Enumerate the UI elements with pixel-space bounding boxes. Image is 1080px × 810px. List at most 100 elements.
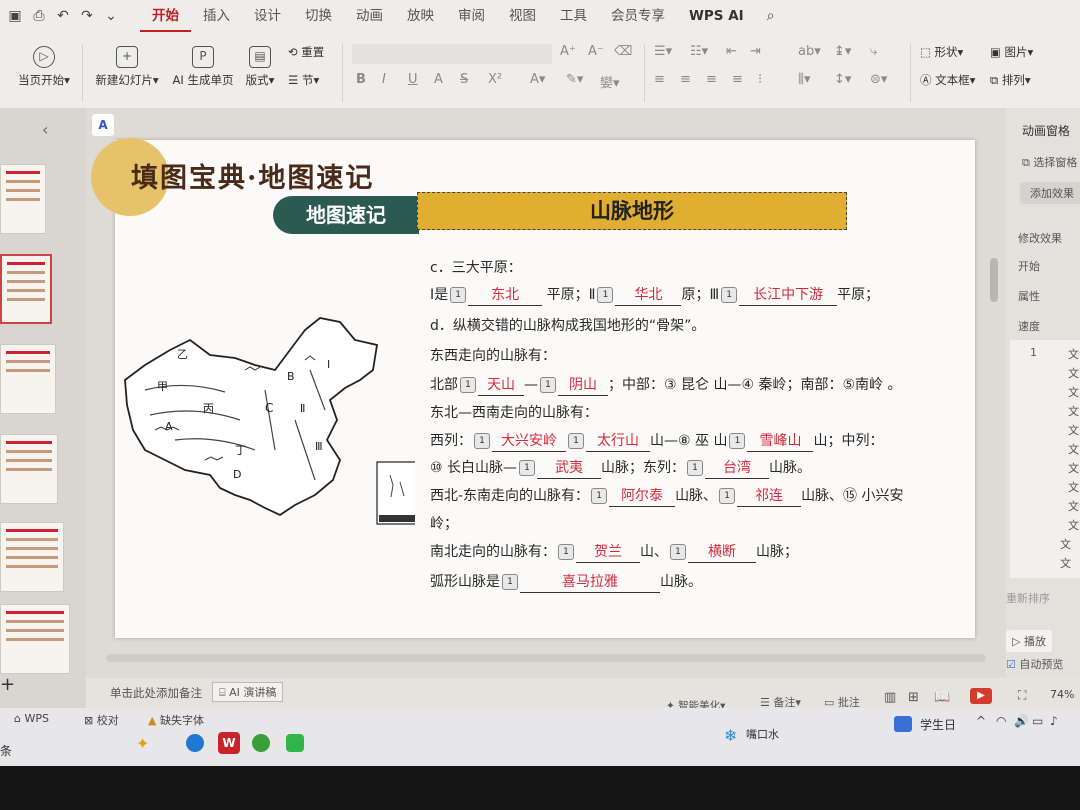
wechat-icon[interactable] [286, 734, 304, 752]
animation-list-item[interactable]: 文 [1068, 517, 1079, 533]
tab-view[interactable]: 视图 [497, 0, 548, 32]
calendar-icon[interactable] [894, 716, 912, 732]
animation-badge[interactable]: 1 [450, 287, 467, 303]
animation-badge[interactable]: 1 [568, 433, 584, 449]
undo-icon[interactable]: ↶ [54, 7, 72, 25]
animation-list-item[interactable]: 文 [1068, 346, 1079, 362]
animation-list-item[interactable]: 文 [1068, 422, 1079, 438]
fit-window-icon[interactable]: ⛶ [1018, 688, 1026, 703]
underline-icon[interactable]: U [408, 72, 418, 87]
volume-icon[interactable]: 🔊 [1014, 714, 1029, 728]
slideshow-play-icon[interactable]: ▶ [970, 688, 992, 704]
normal-view-icon[interactable]: ▥ [884, 690, 896, 705]
reset-button[interactable]: ⟲ 重置 [288, 44, 324, 60]
animation-badge[interactable]: 1 [474, 433, 490, 449]
columns-icon[interactable]: ⫼▾ [798, 72, 811, 87]
animation-list-item[interactable]: 文 [1068, 479, 1079, 495]
sorter-view-icon[interactable]: ⊞ [908, 690, 919, 705]
play-current-button[interactable]: ▷ 当页开始▾ [14, 46, 74, 88]
tab-home[interactable]: 开始 [140, 0, 191, 32]
wps-ai-float-icon[interactable]: A [92, 114, 114, 136]
font-shrink-icon[interactable]: A⁻ [588, 44, 604, 59]
numbered-list-icon[interactable]: ☷▾ [690, 44, 708, 59]
horizontal-scrollbar[interactable] [106, 654, 986, 662]
distribute-icon[interactable]: ⁝ [758, 72, 762, 87]
zoom-level[interactable]: 74% [1050, 688, 1074, 701]
missing-font-button[interactable]: ▲ 缺失字体 [148, 712, 204, 728]
align-left-icon[interactable]: ≡ [654, 72, 665, 87]
print-icon[interactable]: ⎙ [30, 7, 48, 25]
tab-slideshow[interactable]: 放映 [395, 0, 446, 32]
tab-design[interactable]: 设计 [242, 0, 293, 32]
ai-slide-button[interactable]: P AI 生成单页 [170, 46, 236, 88]
animation-list-item[interactable]: 文 [1068, 403, 1079, 419]
mic-icon[interactable]: ♪ [1050, 714, 1058, 728]
clear-format-icon[interactable]: ⌫ [614, 44, 632, 59]
animation-badge[interactable]: 1 [670, 544, 686, 560]
add-slide-icon[interactable]: + [0, 674, 15, 695]
indent-icon[interactable]: ⇥ [750, 44, 761, 59]
layout-button[interactable]: ▤ 版式▾ [242, 46, 278, 88]
convert-icon[interactable]: ⤷ [870, 44, 877, 59]
textbox-button[interactable]: Ⓐ 文本框▾ [920, 72, 975, 88]
tab-transition[interactable]: 切换 [293, 0, 344, 32]
animation-badge[interactable]: 1 [460, 377, 476, 393]
animation-list-item[interactable]: 文 [1060, 555, 1071, 571]
animation-badge[interactable]: 1 [721, 287, 738, 303]
highlight-icon[interactable]: ✎▾ [566, 72, 583, 87]
tab-animation[interactable]: 动画 [344, 0, 395, 32]
play-button[interactable]: ▷ 播放 [1006, 630, 1052, 652]
arrange-button[interactable]: ⧉ 排列▾ [990, 72, 1031, 88]
animation-list-item[interactable]: 文 [1068, 365, 1079, 381]
animation-badge[interactable]: 1 [719, 488, 736, 504]
search-icon[interactable]: ⌕ [762, 7, 780, 25]
animation-badge[interactable]: 1 [558, 544, 574, 560]
animation-list-item[interactable]: 文 [1060, 536, 1071, 552]
battery-icon[interactable]: ▭ [1032, 714, 1043, 728]
vertical-align-icon[interactable]: ⊜▾ [870, 72, 887, 87]
animation-badge[interactable]: 1 [502, 574, 518, 590]
slide[interactable]: 填图宝典·地图速记 地图速记 山脉地形 乙 甲 丙 A B C D 丁 Ⅰ Ⅱ … [91, 138, 975, 638]
char-spacing-icon[interactable]: 孌▾ [600, 72, 620, 91]
animation-badge[interactable]: 1 [729, 433, 746, 449]
vertical-scrollbar[interactable] [990, 258, 998, 302]
auto-preview-checkbox[interactable]: ☑ 自动预览 [1006, 656, 1063, 672]
strikethrough-icon[interactable]: S [460, 72, 468, 87]
section-button[interactable]: ☰ 节▾ [288, 72, 319, 88]
slide-thumbnail[interactable] [0, 164, 46, 234]
animation-badge[interactable]: 1 [540, 377, 556, 393]
tab-member[interactable]: 会员专享 [599, 0, 677, 32]
new-slide-button[interactable]: + 新建幻灯片▾ [92, 46, 162, 88]
tab-tools[interactable]: 工具 [548, 0, 599, 32]
font-name-select[interactable] [352, 44, 552, 64]
animation-badge[interactable]: 1 [687, 460, 704, 476]
slide-thumbnail[interactable] [0, 604, 70, 674]
line-spacing-icon[interactable]: ↕▾ [834, 72, 851, 87]
tab-insert[interactable]: 插入 [191, 0, 242, 32]
slide-thumbnail[interactable] [0, 344, 56, 414]
font-grow-icon[interactable]: A⁺ [560, 44, 576, 59]
slide-thumbnail-selected[interactable] [0, 254, 52, 324]
animation-badge[interactable]: 1 [519, 460, 536, 476]
select-pane-button[interactable]: ⧉ 选择窗格 [1022, 154, 1077, 170]
slide-thumbnail[interactable] [0, 522, 64, 592]
bullet-list-icon[interactable]: ☰▾ [654, 44, 672, 59]
collapse-panel-icon[interactable]: ‹ [42, 120, 48, 139]
sort-icon[interactable]: ↨▾ [834, 44, 851, 59]
shape-button[interactable]: ⬚ 形状▾ [920, 44, 963, 60]
italic-icon[interactable]: I [382, 72, 386, 87]
edge-browser-icon[interactable] [186, 734, 204, 752]
bold-icon[interactable]: B [356, 72, 366, 87]
animation-list-item[interactable]: 文 [1068, 498, 1079, 514]
animation-badge[interactable]: 1 [597, 287, 614, 303]
proofread-button[interactable]: ⊠ 校对 [84, 712, 119, 728]
sparkle-icon[interactable]: ✦ [136, 734, 149, 753]
notes-placeholder[interactable]: 单击此处添加备注 [110, 685, 202, 701]
tab-review[interactable]: 审阅 [446, 0, 497, 32]
shadow-icon[interactable]: A [434, 72, 443, 87]
slide-thumbnail[interactable] [0, 434, 58, 504]
animation-list-item[interactable]: 文 [1068, 384, 1079, 400]
picture-button[interactable]: ▣ 图片▾ [990, 44, 1033, 60]
network-icon[interactable]: ◠ [996, 714, 1006, 728]
add-effect-button[interactable]: 添加效果 [1020, 182, 1080, 204]
